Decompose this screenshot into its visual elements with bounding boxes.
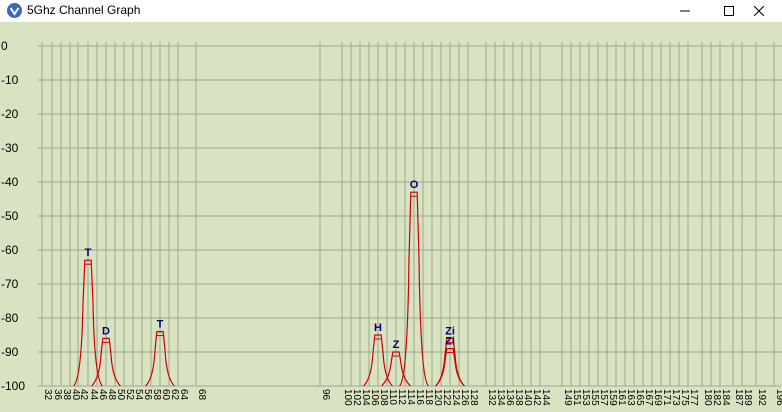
- network-label: D: [102, 325, 110, 337]
- x-tick-label: 196: [774, 389, 782, 406]
- x-tick-label: 32: [42, 389, 53, 401]
- close-icon: [754, 6, 764, 16]
- x-tick-label: 128: [468, 389, 479, 406]
- x-tick-label: 42: [78, 389, 89, 401]
- minimize-icon: [680, 10, 690, 12]
- y-tick-label: -90: [1, 345, 19, 359]
- network-label: Zi: [445, 336, 455, 348]
- maximize-icon: [724, 6, 734, 16]
- y-tick-label: -50: [1, 209, 19, 223]
- network-label: T: [85, 247, 92, 259]
- x-tick-label: 68: [196, 389, 207, 401]
- network-label: Z: [393, 339, 400, 351]
- y-tick-label: -60: [1, 243, 19, 257]
- close-button[interactable]: [736, 0, 782, 22]
- network-label: O: [410, 179, 419, 191]
- y-tick-label: -30: [1, 141, 19, 155]
- x-tick-label: 184: [720, 389, 731, 406]
- channel-graph: 0-10-20-30-40-50-60-70-80-90-10032 363840…: [1, 39, 782, 406]
- minimize-button[interactable]: [662, 0, 708, 22]
- network-label: T: [157, 319, 164, 331]
- y-tick-label: -70: [1, 277, 19, 291]
- y-tick-label: -100: [1, 379, 25, 393]
- y-tick-label: -80: [1, 311, 19, 325]
- title-bar: 5Ghz Channel Graph: [0, 0, 782, 22]
- app-icon: [7, 3, 22, 18]
- network-label: H: [374, 322, 382, 334]
- y-tick-label: 0: [1, 39, 8, 53]
- x-tick-label: 96: [320, 389, 331, 401]
- x-tick-label: 189: [742, 389, 753, 406]
- y-tick-label: -20: [1, 107, 19, 121]
- y-tick-label: -10: [1, 73, 19, 87]
- x-tick-label: 64: [178, 389, 189, 401]
- x-tick-label: 144: [540, 389, 551, 406]
- y-tick-label: -40: [1, 175, 19, 189]
- window-title: 5Ghz Channel Graph: [27, 3, 141, 17]
- x-tick-label: 177: [688, 389, 699, 406]
- x-tick-label: 192: [756, 389, 767, 406]
